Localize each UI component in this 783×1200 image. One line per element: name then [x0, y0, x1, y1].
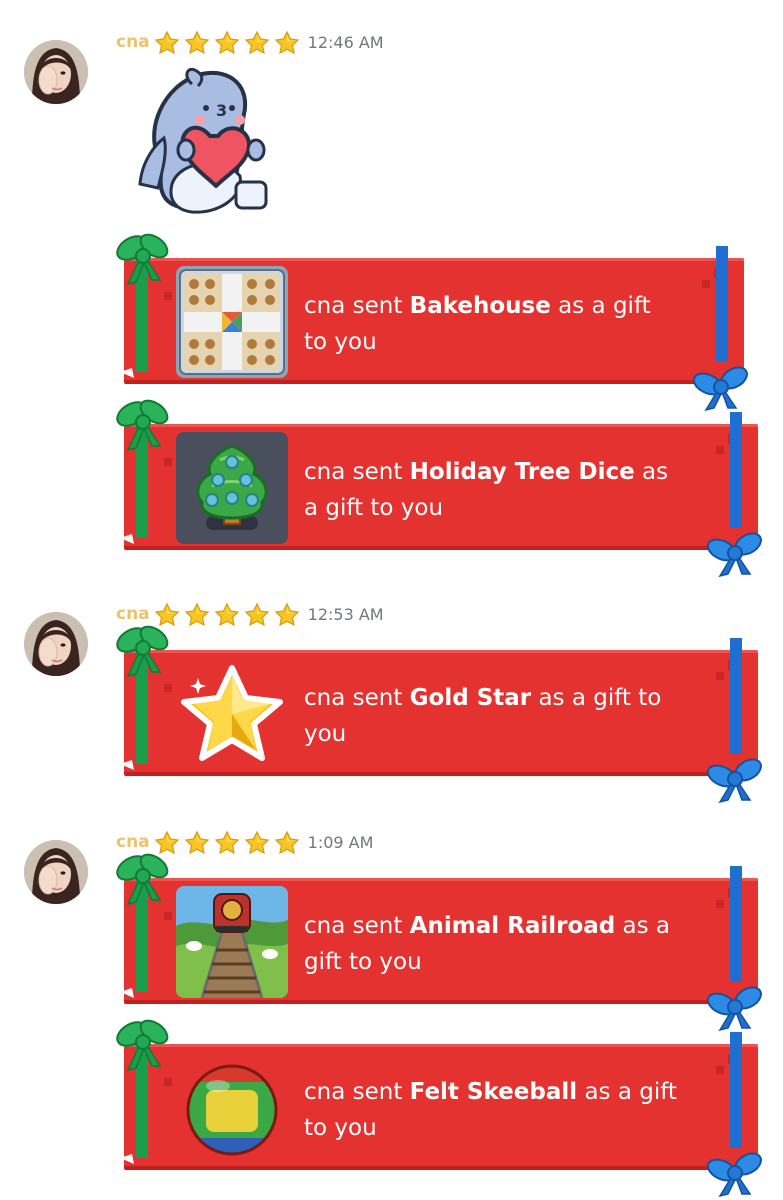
green-bow-icon — [114, 229, 173, 285]
star-icon — [185, 31, 209, 54]
blue-ribbon — [730, 638, 742, 754]
gift-item-name: Gold Star — [409, 685, 532, 711]
gift-text: cna sent Holiday Tree Dice as a gift to … — [304, 459, 669, 521]
star-rating — [152, 30, 302, 54]
timestamp: 12:46 AM — [307, 32, 384, 52]
user-avatar[interactable] — [24, 40, 88, 104]
gift-item-name: Holiday Tree Dice — [409, 459, 635, 485]
tag-corner-icon — [120, 534, 134, 544]
gift-text: cna sent Animal Railroad as a gift to yo… — [304, 913, 671, 975]
star-rating — [152, 602, 302, 626]
bakehouse-board-icon[interactable] — [176, 266, 288, 378]
gift-text: cna sent Gold Star as a gift to you — [304, 685, 662, 747]
blue-bow-icon — [706, 982, 766, 1031]
holiday-tree-dice-icon[interactable] — [176, 432, 288, 544]
star-icon — [275, 31, 299, 54]
blue-bow-icon — [692, 362, 752, 411]
blue-bow-icon — [706, 1148, 766, 1197]
username[interactable]: cna — [116, 32, 150, 52]
star-icon — [215, 603, 239, 626]
blue-ribbon — [730, 1032, 742, 1148]
green-bow-icon — [114, 849, 173, 905]
gift-message-card[interactable]: cna sent Animal Railroad as a gift to yo… — [114, 849, 766, 1031]
felt-skeeball-icon[interactable] — [176, 1052, 288, 1164]
blue-ribbon — [730, 866, 742, 982]
gift-item-name: Bakehouse — [409, 293, 551, 319]
star-icon — [185, 603, 209, 626]
star-rating — [152, 830, 302, 854]
blue-bow-icon — [706, 528, 766, 577]
green-bow-icon — [114, 395, 173, 451]
green-bow-icon — [114, 1015, 173, 1071]
tag-corner-icon — [120, 1154, 134, 1164]
gift-message-card[interactable]: cna sent Bakehouse as a gift to you — [114, 229, 752, 411]
star-icon — [245, 831, 269, 854]
tag-corner-icon — [120, 368, 134, 378]
timestamp: 12:53 AM — [307, 604, 384, 624]
tag-corner-icon — [120, 760, 134, 770]
star-icon — [215, 831, 239, 854]
timestamp: 1:09 AM — [307, 832, 374, 852]
star-icon — [185, 831, 209, 854]
star-icon — [245, 31, 269, 54]
gift-text: cna sent Felt Skeeball as a gift to you — [304, 1079, 677, 1141]
gold-star-icon[interactable] — [176, 658, 288, 770]
gift-message-card[interactable]: cna sent Holiday Tree Dice as a gift to … — [114, 395, 766, 577]
user-avatar[interactable] — [24, 840, 88, 904]
user-avatar[interactable] — [24, 612, 88, 676]
gift-text: cna sent Bakehouse as a gift to you — [304, 293, 651, 355]
blue-ribbon — [730, 412, 742, 528]
message-header: cna 12:46 AM — [116, 30, 384, 54]
svg-text:3: 3 — [216, 101, 227, 120]
star-icon — [215, 31, 239, 54]
star-icon — [245, 603, 269, 626]
gift-item-name: Felt Skeeball — [409, 1079, 578, 1105]
gift-message-card[interactable]: cna sent Felt Skeeball as a gift to you — [114, 1015, 766, 1197]
star-icon — [275, 603, 299, 626]
gift-item-name: Animal Railroad — [409, 913, 616, 939]
blue-bow-icon — [706, 754, 766, 803]
green-bow-icon — [114, 621, 173, 677]
tag-corner-icon — [120, 988, 134, 998]
animal-railroad-icon[interactable] — [176, 886, 288, 998]
shark-holding-heart-sticker[interactable]: 3 — [132, 64, 282, 224]
star-icon — [155, 31, 179, 54]
star-icon — [275, 831, 299, 854]
blue-ribbon — [716, 246, 728, 362]
gift-message-card[interactable]: cna sent Gold Star as a gift to you — [114, 621, 766, 803]
